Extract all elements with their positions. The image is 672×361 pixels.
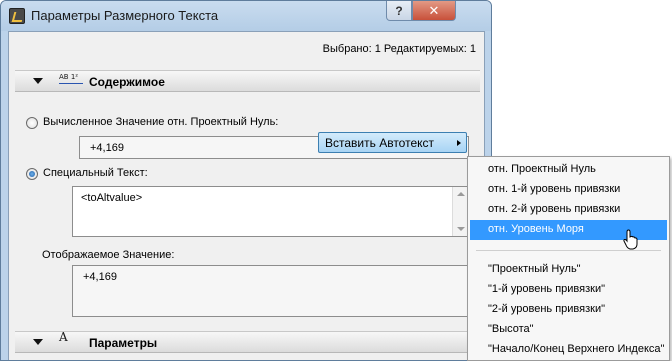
calculated-value-text: +4,169 [90,142,124,154]
contents-section-header[interactable]: AB 1² Содержимое [15,70,480,92]
menu-item-project-zero[interactable]: отн. Проектный Нуль [470,160,667,180]
displayed-value-field: +4,169 [72,265,469,317]
displayed-value-label: Отображаемое Значение: [42,249,175,261]
custom-text-value: <toAltvalue> [81,192,143,204]
selection-info: Выбрано: 1 Редактируемых: 1 [322,43,476,55]
calculated-value-radio[interactable] [26,117,38,129]
parameters-section-title: Параметры [89,336,158,350]
window-title: Параметры Размерного Текста [31,8,219,23]
menu-item-q-ref-level-1[interactable]: "1-й уровень привязки" [470,280,667,300]
help-button[interactable]: ? [386,1,412,21]
menu-item-ref-level-1[interactable]: отн. 1-й уровень привязки [470,180,667,200]
insert-autotext-button[interactable]: Вставить Автотекст [318,132,467,153]
parameters-section-header[interactable]: A Параметры [15,331,480,353]
menu-item-ref-level-2[interactable]: отн. 2-й уровень привязки [470,200,667,220]
custom-text-input[interactable]: <toAltvalue> [72,186,469,237]
displayed-value-text: +4,169 [83,271,117,283]
menu-item-q-height[interactable]: "Высота" [470,320,667,340]
dialog-window: Параметры Размерного Текста ? ✕ Выбрано:… [0,0,492,361]
menu-item-q-project-zero[interactable]: "Проектный Нуль" [470,260,667,280]
insert-autotext-label: Вставить Автотекст [325,136,435,150]
collapse-triangle-icon[interactable] [33,339,43,345]
dialog-body: Выбрано: 1 Редактируемых: 1 AB 1² Содерж… [8,31,485,360]
custom-text-radio[interactable] [26,168,38,180]
menu-item-q-superscript[interactable]: "Начало/Конец Верхнего Индекса" [470,340,667,360]
close-button[interactable]: ✕ [412,1,456,21]
custom-text-label: Специальный Текст: [43,167,148,179]
menu-item-q-ref-level-2[interactable]: "2-й уровень привязки" [470,300,667,320]
calculated-value-label: Вычисленное Значение отн. Проектный Нуль… [43,116,279,128]
text-style-icon: A [59,330,68,344]
app-icon [9,8,25,24]
contents-section-title: Содержимое [89,75,165,89]
textarea-scrollbar[interactable] [452,187,468,236]
dimension-text-icon-label: AB 1² [59,73,79,81]
dimension-text-icon: AB 1² [59,74,83,90]
mouse-cursor-icon [623,229,638,250]
submenu-arrow-icon [457,140,461,146]
collapse-triangle-icon[interactable] [33,78,43,84]
autotext-menu: отн. Проектный Нуль отн. 1-й уровень при… [467,156,670,361]
